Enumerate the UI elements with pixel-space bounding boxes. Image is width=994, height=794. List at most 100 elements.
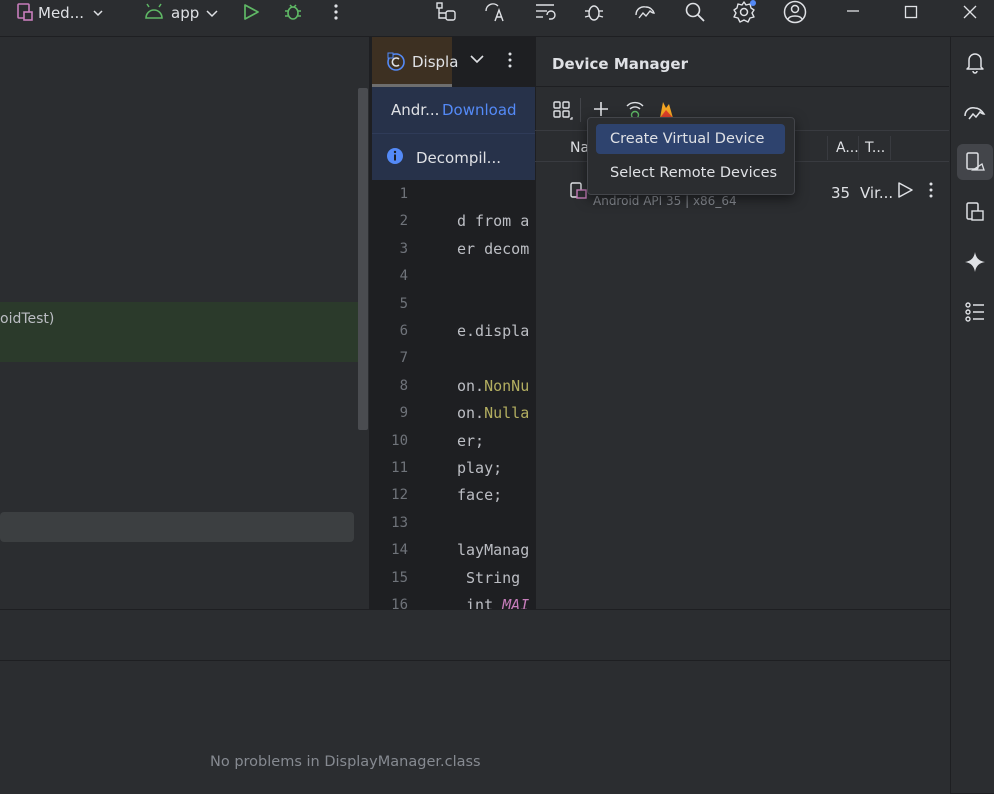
line-number: 11: [391, 460, 408, 476]
column-divider[interactable]: [890, 136, 891, 160]
search-icon[interactable]: [683, 0, 707, 24]
code-text: er;: [457, 431, 485, 450]
debug-icon[interactable]: [282, 0, 304, 24]
menu-item-label: Select Remote Devices: [610, 165, 778, 181]
device-api: 35: [831, 184, 851, 202]
sync-project-icon[interactable]: [433, 0, 459, 24]
chevron-down-icon: [92, 8, 104, 18]
close-icon[interactable]: [959, 0, 981, 24]
column-header-api[interactable]: A...: [836, 140, 859, 156]
code-text: e.displa: [457, 322, 530, 340]
code-text: d from a: [457, 212, 530, 231]
decompiled-banner: Decompil...: [372, 134, 535, 180]
vertical-scrollbar[interactable]: [358, 88, 368, 430]
title-bar: Med... app: [0, 0, 994, 37]
launch-device-icon[interactable]: [896, 181, 914, 199]
line-number-gutter: 1 2 3 4 5 6 7 8 9 10 11 12 13 14 15 16: [372, 180, 446, 613]
device-subtitle: Android API 35 | x86_64: [593, 194, 737, 208]
code-text: String: [457, 568, 521, 587]
running-devices-icon[interactable]: [957, 194, 993, 230]
line-number: 13: [391, 514, 408, 531]
line-number: 10: [391, 432, 408, 449]
column-header-type[interactable]: T...: [865, 140, 885, 156]
code-line: on.NonNu: [457, 377, 529, 395]
code-text: int: [457, 596, 503, 610]
device-more-icon[interactable]: [927, 181, 935, 199]
code-text: layManag: [457, 541, 530, 560]
code-line: layManag: [457, 541, 529, 559]
menu-item-label: Create Virtual Device: [610, 131, 765, 147]
line-number: 3: [399, 240, 408, 257]
class-file-icon: [386, 52, 406, 72]
download-link[interactable]: Download: [442, 101, 517, 119]
maximize-icon[interactable]: [900, 0, 922, 24]
menu-item-select-remote-devices[interactable]: Select Remote Devices: [596, 158, 785, 188]
notifications-icon[interactable]: [957, 44, 993, 80]
tab-list-chevron-icon[interactable]: [468, 52, 486, 66]
divider: [0, 660, 950, 661]
code-line: play;: [457, 459, 502, 477]
line-number: 1: [399, 186, 408, 202]
tab-displaymanager[interactable]: Displa: [372, 37, 458, 87]
gradle-sync-icon[interactable]: [631, 0, 659, 24]
code-line: er;: [457, 432, 484, 450]
virtual-device-icon: [569, 182, 587, 200]
sources-download-banner: Andr... Download: [372, 87, 535, 134]
gradle-icon[interactable]: [957, 94, 993, 130]
banner-text: Andr...: [391, 101, 440, 119]
gemini-icon[interactable]: [957, 244, 993, 280]
structure-list-icon[interactable]: [957, 294, 993, 330]
code-area[interactable]: d from a er decom e.displa on.NonNu on.Nulla…: [446, 180, 535, 610]
annotation-token: Nulla: [484, 404, 530, 423]
account-icon[interactable]: [781, 0, 809, 24]
problems-panel: No problems in DisplayManager.class: [0, 609, 950, 794]
line-number: 15: [391, 569, 408, 586]
run-icon[interactable]: [240, 0, 262, 24]
chevron-down-icon: [205, 8, 219, 18]
app-inspection-icon[interactable]: [581, 0, 607, 24]
add-device-icon[interactable]: [592, 100, 610, 118]
line-number: 9: [399, 405, 408, 422]
banner-text: Decompil...: [416, 149, 501, 167]
code-text: er decom: [457, 239, 530, 258]
device-type: Vir...: [860, 184, 894, 202]
line-number: 12: [391, 487, 408, 504]
constant-token: MAI: [502, 596, 530, 610]
toolbar-divider: [580, 98, 581, 122]
project-selector[interactable]: Med...: [38, 0, 104, 26]
column-divider[interactable]: [858, 136, 859, 160]
line-number: 5: [399, 295, 408, 312]
highlighted-text: oidTest): [0, 311, 55, 327]
column-divider[interactable]: [827, 136, 828, 160]
minimize-icon[interactable]: [842, 0, 864, 24]
divider: [535, 86, 949, 87]
code-line: int MAI: [457, 596, 529, 610]
run-config-selector[interactable]: app: [171, 0, 219, 26]
project-icon[interactable]: [14, 0, 36, 24]
code-line: e.displa: [457, 322, 529, 340]
format-lines-icon[interactable]: [532, 0, 558, 24]
editor-more-icon[interactable]: [505, 51, 515, 69]
line-number: 2: [399, 213, 408, 230]
code-text: face;: [457, 486, 503, 505]
run-config-name: app: [171, 4, 200, 22]
panel-title: Device Manager: [552, 55, 688, 73]
annotation-token: NonNu: [484, 376, 530, 395]
more-options-icon[interactable]: [326, 0, 346, 24]
settings-icon[interactable]: [731, 0, 759, 24]
device-manager-icon[interactable]: [957, 144, 993, 180]
code-text: on.: [457, 404, 485, 423]
translate-icon[interactable]: [482, 0, 508, 24]
input-field[interactable]: [0, 512, 354, 542]
android-icon: [142, 0, 166, 24]
code-line: er decom: [457, 240, 529, 258]
tab-label: Displa: [412, 53, 459, 71]
code-line: face;: [457, 486, 502, 504]
line-number: 4: [399, 268, 408, 285]
highlighted-block: oidTest): [0, 302, 368, 362]
group-by-icon[interactable]: [552, 100, 574, 122]
project-name: Med...: [38, 4, 84, 22]
menu-item-create-virtual-device[interactable]: Create Virtual Device: [596, 124, 785, 154]
code-line: String: [457, 569, 520, 587]
code-line: d from a: [457, 212, 529, 230]
